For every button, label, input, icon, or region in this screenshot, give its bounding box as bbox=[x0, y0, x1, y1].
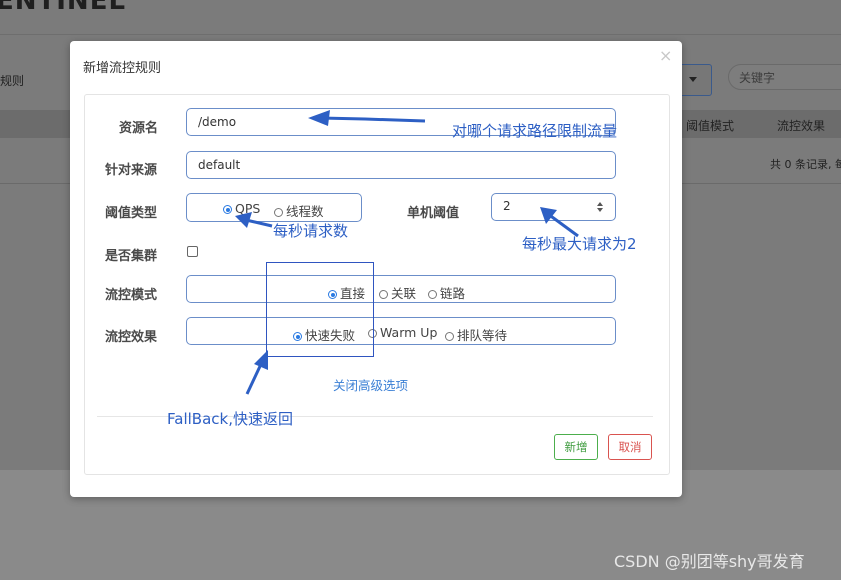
grade-radio-group: QPS 线程数 bbox=[186, 193, 362, 222]
radio-unchecked-icon bbox=[274, 208, 283, 217]
radio-checked-icon bbox=[223, 205, 232, 214]
add-flow-rule-dialog: 新增流控规则 × 资源名 /demo 针对来源 default 阈值类型 QPS… bbox=[70, 41, 682, 497]
limit-app-label: 针对来源 bbox=[105, 163, 158, 178]
count-label: 单机阈值 bbox=[407, 206, 460, 221]
app-title: ENTINEL bbox=[0, 0, 127, 16]
radio-unchecked-icon bbox=[428, 290, 437, 299]
annotation-fallback: FallBack,快速返回 bbox=[167, 410, 293, 428]
count-value: 2 bbox=[503, 199, 511, 213]
header-divider bbox=[0, 34, 841, 35]
records-count: 共 0 条记录, 每 bbox=[770, 158, 841, 171]
control-behavior-radio-group: 快速失败 Warm Up 排队等待 bbox=[186, 317, 616, 345]
column-threshold-mode: 阈值模式 bbox=[686, 119, 735, 133]
control-behavior-label: 流控效果 bbox=[105, 330, 158, 345]
annotation-qps: 每秒请求数 bbox=[273, 222, 349, 240]
grade-label: 阈值类型 bbox=[105, 206, 158, 221]
radio-chain[interactable]: 链路 bbox=[428, 283, 465, 302]
cancel-button[interactable]: 取消 bbox=[608, 434, 652, 460]
cluster-label: 是否集群 bbox=[105, 249, 158, 264]
annotation-resource: 对哪个请求路径限制流量 bbox=[452, 122, 618, 140]
close-icon[interactable]: × bbox=[659, 46, 672, 65]
strategy-radio-group: 直接 关联 链路 bbox=[186, 275, 616, 303]
annotation-highlight-box bbox=[266, 262, 374, 357]
column-control-effect: 流控效果 bbox=[777, 119, 826, 133]
watermark: CSDN @别团等shy哥发育 bbox=[614, 552, 805, 571]
limit-app-input[interactable]: default bbox=[186, 151, 616, 179]
dialog-title: 新增流控规则 bbox=[83, 61, 162, 76]
radio-queue[interactable]: 排队等待 bbox=[445, 325, 507, 344]
cluster-checkbox[interactable] bbox=[187, 246, 198, 257]
chevron-down-icon bbox=[689, 77, 697, 82]
add-button[interactable]: 新增 bbox=[554, 434, 598, 460]
radio-thread[interactable]: 线程数 bbox=[274, 201, 324, 220]
strategy-label: 流控模式 bbox=[105, 288, 158, 303]
search-input[interactable]: 关键字 bbox=[728, 64, 841, 90]
rule-label: 规则 bbox=[0, 74, 25, 88]
radio-unchecked-icon bbox=[445, 332, 454, 341]
app-select[interactable] bbox=[678, 64, 712, 96]
spinner-icon[interactable] bbox=[597, 202, 605, 212]
radio-relate[interactable]: 关联 bbox=[379, 283, 416, 302]
count-input[interactable]: 2 bbox=[491, 193, 616, 221]
resource-name-label: 资源名 bbox=[119, 121, 159, 136]
resource-name-value: /demo bbox=[198, 115, 237, 129]
advanced-options-toggle[interactable]: 关闭高级选项 bbox=[333, 375, 408, 394]
limit-app-value: default bbox=[198, 158, 241, 172]
radio-warm-up[interactable]: Warm Up bbox=[368, 325, 437, 340]
radio-qps[interactable]: QPS bbox=[223, 201, 260, 216]
radio-unchecked-icon bbox=[379, 290, 388, 299]
annotation-count: 每秒最大请求为2 bbox=[522, 235, 637, 253]
